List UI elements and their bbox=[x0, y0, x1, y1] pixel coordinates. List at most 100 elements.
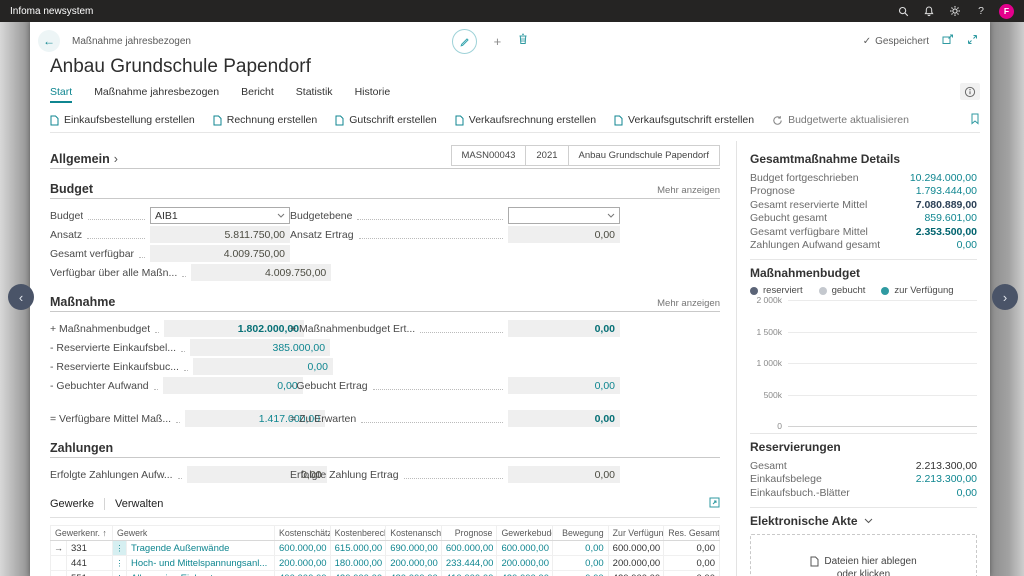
new-record-icon[interactable]: + bbox=[494, 34, 502, 49]
settings-gear-icon[interactable] bbox=[942, 0, 968, 22]
column-prognose[interactable]: Prognose bbox=[441, 526, 497, 541]
gewerk-value[interactable]: 600.000,00 bbox=[441, 541, 497, 556]
column-gewerk[interactable]: Gewerk bbox=[113, 526, 275, 541]
table-row[interactable]: →331⋮Tragende Außenwände600.000,00615.00… bbox=[51, 541, 720, 556]
collapse-resize-icon[interactable] bbox=[967, 32, 978, 50]
create-invoice-button[interactable]: Rechnung erstellen bbox=[213, 114, 317, 126]
column-bewegung[interactable]: Bewegung bbox=[553, 526, 609, 541]
gewerk-value[interactable]: 180.000,00 bbox=[330, 556, 386, 571]
create-sales-credit-memo-button[interactable]: Verkaufsgutschrift erstellen bbox=[614, 114, 754, 126]
reservierung-row: Einkaufsbuch.-Blätter 0,00 bbox=[750, 486, 977, 500]
budget-select[interactable]: AIB1 bbox=[150, 207, 290, 224]
gewerk-value[interactable]: 200.000,00 bbox=[275, 556, 331, 571]
gewerk-value[interactable]: 420.000,00 bbox=[330, 571, 386, 576]
popout-icon[interactable] bbox=[942, 32, 954, 50]
create-sales-invoice-button[interactable]: Verkaufsrechnung erstellen bbox=[455, 114, 596, 126]
legend-label: zur Verfügung bbox=[894, 285, 953, 296]
column-res-gesamt[interactable]: Res. Gesamt bbox=[664, 526, 720, 541]
detail-value[interactable]: 0,00 bbox=[957, 239, 977, 251]
budgetebene-select[interactable] bbox=[508, 207, 620, 224]
detail-value[interactable]: 1.793.444,00 bbox=[916, 185, 977, 197]
verwalten-menu[interactable]: Verwalten bbox=[115, 498, 163, 510]
gewerk-link[interactable]: Tragende Außenwände bbox=[127, 541, 275, 556]
gewerk-value[interactable]: 233.444,00 bbox=[441, 556, 497, 571]
column-zur-verfuegung[interactable]: Zur Verfügung bbox=[608, 526, 664, 541]
update-budget-values-button[interactable]: Budgetwerte aktualisieren bbox=[772, 114, 909, 126]
zu-erwarten-value[interactable]: 0,00 bbox=[508, 410, 620, 427]
row-menu-icon[interactable]: ⋮ bbox=[113, 571, 127, 576]
table-row[interactable]: 551⋮Allgemeine Einbauten400.000,00420.00… bbox=[51, 571, 720, 576]
create-purchase-order-button[interactable]: Einkaufsbestellung erstellen bbox=[50, 114, 195, 126]
section-zahlungen-title[interactable]: Zahlungen bbox=[50, 441, 113, 455]
row-menu-icon[interactable]: ⋮ bbox=[113, 541, 127, 556]
massnahmenbudget-value[interactable]: 1.802.000,00 bbox=[164, 320, 304, 337]
tab-massnahme-jahresbezogen[interactable]: Maßnahme jahresbezogen bbox=[94, 86, 219, 101]
tab-historie[interactable]: Historie bbox=[355, 86, 391, 101]
gewerke-caption[interactable]: Gewerke bbox=[50, 498, 94, 510]
tab-start[interactable]: Start bbox=[50, 86, 72, 103]
next-record-button[interactable]: › bbox=[992, 284, 1018, 310]
table-row[interactable]: 441⋮Hoch- und Mittelspannungsanl...200.0… bbox=[51, 556, 720, 571]
section-massnahme-title[interactable]: Maßnahme bbox=[50, 295, 115, 309]
gewerk-link[interactable]: Hoch- und Mittelspannungsanl... bbox=[127, 556, 275, 571]
focus-mode-icon[interactable] bbox=[709, 495, 720, 513]
help-icon[interactable]: ? bbox=[968, 0, 994, 22]
edit-pencil-icon[interactable] bbox=[452, 29, 477, 54]
gewerk-value[interactable]: 420.000,00 bbox=[386, 571, 442, 576]
gewerk-value[interactable]: 200.000,00 bbox=[497, 556, 553, 571]
gewerk-value[interactable]: 600.000,00 bbox=[275, 541, 331, 556]
previous-record-button[interactable]: ‹ bbox=[8, 284, 34, 310]
gewerk-value[interactable]: 420.000,00 bbox=[497, 571, 553, 576]
dotted-leader bbox=[139, 250, 145, 258]
reservierung-label: Gesamt bbox=[750, 460, 787, 472]
column-kostenanschlag[interactable]: Kostenanschlag bbox=[386, 526, 442, 541]
back-button[interactable]: ← bbox=[38, 30, 60, 52]
avatar[interactable]: F bbox=[999, 4, 1014, 19]
section-allgemein[interactable]: Allgemein› MASN00043 2021 Anbau Grundsch… bbox=[50, 145, 720, 169]
reservierung-value[interactable]: 2.213.300,00 bbox=[916, 473, 977, 485]
show-more-link[interactable]: Mehr anzeigen bbox=[657, 298, 720, 309]
gewerk-value[interactable]: 0,00 bbox=[553, 541, 609, 556]
gewerk-value[interactable]: 615.000,00 bbox=[330, 541, 386, 556]
massnahmenbudget-ertrag-value[interactable]: 0,00 bbox=[508, 320, 620, 337]
gebucht-ertrag-value[interactable]: 0,00 bbox=[508, 377, 620, 394]
create-credit-memo-button[interactable]: Gutschrift erstellen bbox=[335, 114, 437, 126]
details-info-icon[interactable] bbox=[960, 83, 980, 100]
column-kostenberechnung[interactable]: Kostenberechnung bbox=[330, 526, 386, 541]
detail-value[interactable]: 859.601,00 bbox=[924, 212, 977, 224]
akte-heading-row[interactable]: Elektronische Akte bbox=[750, 514, 977, 528]
reservierung-label: Einkaufsbelege bbox=[750, 473, 822, 485]
gewerk-link[interactable]: Allgemeine Einbauten bbox=[127, 571, 275, 576]
gewerk-value[interactable]: 0,00 bbox=[553, 571, 609, 576]
attachments-pin-icon[interactable] bbox=[970, 112, 980, 130]
gewerk-value[interactable]: 0,00 bbox=[553, 556, 609, 571]
gewerk-value[interactable]: 600.000,00 bbox=[497, 541, 553, 556]
file-dropzone[interactable]: Dateien hier ablegen oder klicken bbox=[750, 534, 977, 576]
notifications-icon[interactable] bbox=[916, 0, 942, 22]
reservierung-value[interactable]: 0,00 bbox=[957, 487, 977, 499]
gebuchter-aufwand-value[interactable]: 0,00 bbox=[163, 377, 303, 394]
gewerk-value[interactable]: 400.000,00 bbox=[275, 571, 331, 576]
search-icon[interactable] bbox=[890, 0, 916, 22]
show-more-link[interactable]: Mehr anzeigen bbox=[657, 185, 720, 196]
tab-bericht[interactable]: Bericht bbox=[241, 86, 274, 101]
record-bar-right: ✓ Gespeichert bbox=[863, 32, 978, 50]
section-budget-title[interactable]: Budget bbox=[50, 182, 93, 196]
field-zahlungen-aufwand: Erfolgte Zahlungen Aufw... 0,00 bbox=[50, 466, 290, 483]
column-gewerkebudget[interactable]: Gewerkebudget bbox=[497, 526, 553, 541]
detail-value[interactable]: 10.294.000,00 bbox=[910, 172, 977, 184]
gridline bbox=[788, 426, 977, 427]
gewerk-value[interactable]: 410.000,00 bbox=[441, 571, 497, 576]
section-allgemein-title[interactable]: Allgemein› bbox=[50, 152, 118, 166]
gewerk-value[interactable]: 200.000,00 bbox=[386, 556, 442, 571]
tab-statistik[interactable]: Statistik bbox=[296, 86, 333, 101]
row-menu-icon[interactable]: ⋮ bbox=[113, 556, 127, 571]
column-gewerkenr[interactable]: Gewerkenr. ↑ bbox=[51, 526, 113, 541]
dotted-leader bbox=[182, 269, 186, 277]
breadcrumb[interactable]: Maßnahme jahresbezogen bbox=[72, 36, 191, 47]
section-zahlungen-header: Zahlungen bbox=[50, 441, 720, 458]
y-axis-tick: 0 bbox=[777, 421, 782, 431]
column-kostenschaetzung[interactable]: Kostenschätzung bbox=[275, 526, 331, 541]
gewerk-value[interactable]: 690.000,00 bbox=[386, 541, 442, 556]
delete-trash-icon[interactable] bbox=[518, 32, 528, 50]
